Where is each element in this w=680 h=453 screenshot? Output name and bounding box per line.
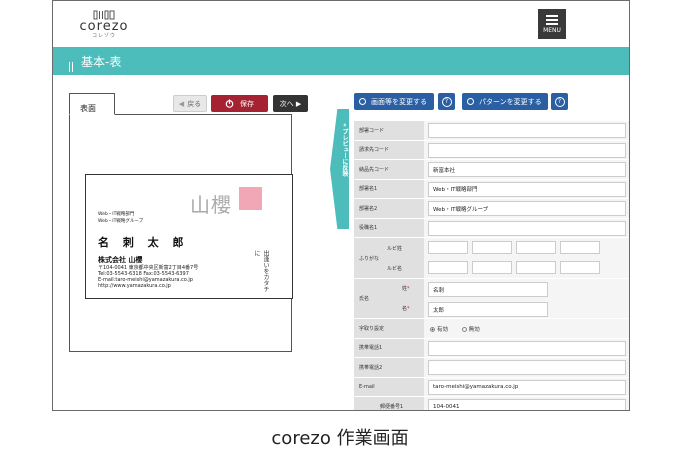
field-label: E-mail [354,377,424,396]
change-image-label: 画面等を変更する [371,97,427,106]
card-division-2: Web・IT戦略グループ [98,219,144,224]
back-button-label: 戻る [187,99,202,108]
billing-code-input[interactable] [428,142,626,158]
save-button[interactable]: 保存 [211,95,268,112]
card-canvas: Web・IT戦略部門 Web・IT戦略グループ 名 刺 太 郎 株式会社 山櫻 … [69,114,293,352]
mobile-phone-2-input[interactable] [428,360,626,375]
radio-off[interactable]: 無効 [461,327,480,333]
card-division-1: Web・IT戦略部門 [98,212,135,217]
radio-on[interactable]: 有効 [430,327,448,333]
form-row: 携帯電話2 [354,358,629,378]
field-label: 字取り設定 [354,319,424,338]
furigana-sei-input-2[interactable] [472,241,512,254]
title-bars-icon [69,57,77,91]
field-label: 役職名1 [354,218,424,237]
card-person-name: 名 刺 太 郎 [98,236,189,249]
field-label: 部署名1 [354,179,424,198]
change-pattern-label: パターンを変更する [479,97,542,106]
furigana-sei-input-4[interactable] [560,241,600,254]
menu-label: MENU [543,27,561,34]
job-title-1-input[interactable] [428,220,626,236]
furigana-mei-input-1[interactable] [428,261,468,274]
department-name-2-input[interactable]: Web・IT戦略グループ [428,201,626,216]
furigana-sei-label: ルビ姓 [387,246,403,252]
form-row: 役職名1 [354,218,629,238]
page-title-bar: 基本-表 [53,47,629,91]
form-row: E-mail taro-meishi@yamazakura.co.jp [354,377,629,397]
form-row: 部署コード [354,121,629,141]
field-label: 部署名2 [354,199,424,218]
form-row: 携帯電話1 [354,338,629,358]
card-vertical-tagline: 出逢いをカタチに [253,250,269,292]
sei-input[interactable]: 名刺 [428,282,548,297]
reading-radio-group: 有効 無効 [430,325,480,333]
department-name-1-input[interactable]: Web・IT戦略部門 [428,181,626,197]
card-info-form: 部署コード 請求先コード 納品先コード 新富本社 部署名1 Web・IT戦略部門… [354,121,629,410]
next-button[interactable]: 次へ ▶ [273,95,308,112]
furigana-sei-input-3[interactable] [516,241,556,254]
back-arrow-icon: ◀ [178,99,185,108]
change-pattern-button[interactable]: パターンを変更する [462,93,548,110]
field-label: 請求先コード [354,140,424,159]
back-button[interactable]: ◀ 戻る [173,95,207,112]
furigana-sei-input-1[interactable] [428,241,468,254]
card-preview-panel: 表面 ◀ 戻る 保存 次へ ▶ Web・IT戦略部門 Web・IT戦略グループ … [53,75,349,410]
help-button-pattern[interactable]: ? [551,93,568,110]
app-window: corezo コレゾウ MENU 基本-表 表面 ◀ 戻る 保存 次へ ▶ We… [52,0,630,411]
mei-label: 名* [402,306,410,312]
email-input[interactable]: taro-meishi@yamazakura.co.jp [428,379,626,395]
field-label: 納品先コード [354,160,424,179]
furigana-mei-input-3[interactable] [516,261,556,274]
form-panel: 画面等を変更する ? パターンを変更する ? 部署コード 請求先コード 納品先コ… [349,75,629,410]
hamburger-icon [546,15,558,25]
furigana-row: ふりがな ルビ姓 ルビ名 [354,238,629,279]
card-company-name: 株式会社 山櫻 [98,256,143,264]
form-row: 部署名2 Web・IT戦略グループ [354,199,629,219]
figure-caption: corezo 作業画面 [271,428,409,449]
power-icon [225,99,234,108]
field-label: 部署コード [354,121,424,140]
help-icon: ? [554,96,565,107]
card-logo-text: 山櫻 [190,193,232,217]
form-row: 請求先コード [354,140,629,160]
preview-tab-label: « プレビューに反映 [341,123,348,177]
refresh-icon [359,98,366,105]
logo-text: corezo [79,19,129,34]
help-icon: ? [441,96,452,107]
furigana-mei-input-4[interactable] [560,261,600,274]
name-row: 氏名 姓* 名* 名刺 太郎 [354,279,629,319]
refresh-icon [467,98,474,105]
mobile-phone-1-input[interactable] [428,340,626,356]
name-label: 氏名 [354,279,380,318]
menu-button[interactable]: MENU [538,9,566,39]
top-bar: corezo コレゾウ MENU [53,1,629,47]
save-button-label: 保存 [240,99,254,108]
postal-code-1-input[interactable]: 104-0041 [428,399,626,410]
business-card-preview[interactable]: Web・IT戦略部門 Web・IT戦略グループ 名 刺 太 郎 株式会社 山櫻 … [85,174,293,299]
card-contact-block: 〒104-0041 東京都中央区新富2丁目4番7号 Tel:03-5543-63… [98,265,198,289]
mei-input[interactable]: 太郎 [428,302,548,317]
sei-label: 姓* [402,286,410,292]
radio-selected-icon [430,327,435,332]
form-row: 郵便番号1 104-0041 [354,397,629,410]
card-logo-square [239,187,262,210]
form-row: 納品先コード 新富本社 [354,160,629,180]
card-url: http://www.yamazakura.co.jp [98,283,171,289]
field-label: 携帯電話2 [354,358,424,377]
radio-empty-icon [461,327,467,332]
furigana-mei-input-2[interactable] [472,261,512,274]
form-row: 部署名1 Web・IT戦略部門 [354,179,629,199]
help-button-image[interactable]: ? [438,93,455,110]
field-label: 郵便番号1 [354,397,424,410]
furigana-label: ふりがな [354,238,380,278]
page-title: 基本-表 [81,55,122,69]
tab-front[interactable]: 表面 [69,93,115,115]
delivery-code-input[interactable]: 新富本社 [428,162,626,177]
reading-row: 字取り設定 有効 無効 [354,319,629,339]
furigana-mei-label: ルビ名 [387,266,403,272]
department-code-input[interactable] [428,123,626,138]
app-logo[interactable]: corezo コレゾウ [69,10,139,39]
change-image-button[interactable]: 画面等を変更する [354,93,434,110]
field-label: 携帯電話1 [354,338,424,357]
